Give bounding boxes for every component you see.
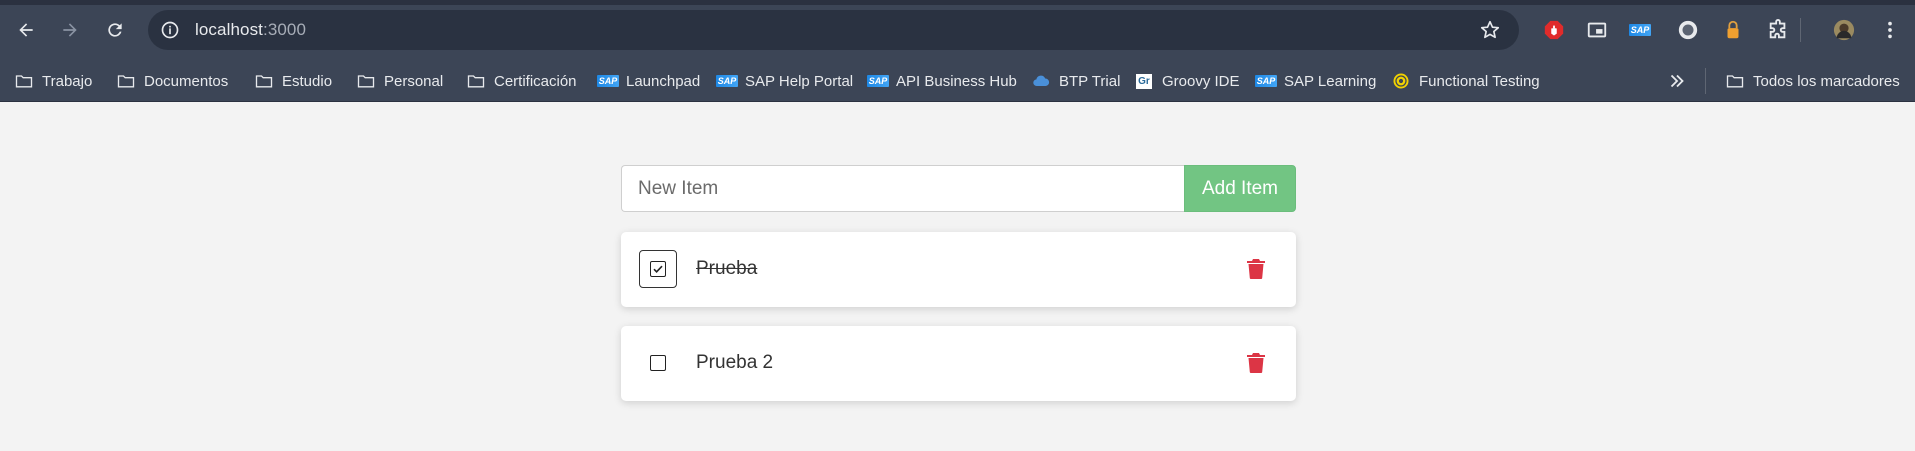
url-text[interactable]: localhost:3000 (195, 20, 306, 40)
bookmark-personal[interactable]: Personal (356, 60, 443, 102)
sap-logo-icon: SAP (596, 71, 620, 91)
folder-icon (254, 71, 274, 91)
bookmark-star-icon[interactable] (1479, 19, 1501, 41)
bookmark-trabajo[interactable]: Trabajo (14, 60, 92, 102)
adblock-icon[interactable] (1540, 16, 1568, 44)
profile-avatar-icon[interactable] (1830, 16, 1858, 44)
sap-badge: SAP (866, 75, 890, 87)
todo-checkbox[interactable] (650, 355, 666, 371)
site-info-icon[interactable] (158, 18, 182, 42)
bookmark-launchpad[interactable]: SAP Launchpad (596, 60, 701, 102)
bookmark-label: Groovy IDE (1162, 72, 1240, 90)
folder-icon (356, 71, 376, 91)
bookmark-label: SAP Learning (1284, 72, 1377, 90)
bookmark-certificacion[interactable]: Certificación (466, 60, 577, 102)
cloud-icon (1031, 71, 1051, 91)
extensions-puzzle-icon[interactable] (1764, 16, 1792, 44)
todo-checkbox[interactable] (650, 261, 666, 277)
bookmark-label: SAP Help Portal (745, 72, 854, 90)
folder-icon (14, 71, 34, 91)
todo-checkbox-wrapper[interactable] (639, 344, 677, 382)
add-item-button[interactable]: Add Item (1184, 165, 1296, 212)
add-item-form: Add Item (621, 165, 1296, 212)
url-host: localhost (195, 20, 263, 39)
reload-button[interactable] (99, 14, 131, 46)
bookmarks-separator (1705, 68, 1706, 94)
new-item-input[interactable] (621, 165, 1184, 212)
bookmark-label: Documentos (144, 72, 229, 90)
bookmark-label: API Business Hub (896, 72, 1017, 90)
trash-icon (1247, 259, 1265, 279)
bookmark-btp-trial[interactable]: BTP Trial (1031, 60, 1120, 102)
sap-badge: SAP (1628, 24, 1652, 36)
picture-in-picture-icon[interactable] (1583, 16, 1611, 44)
tabstrip-edge (0, 0, 1915, 5)
groovy-badge: Gr (1136, 73, 1152, 89)
todo-text: Prueba 2 (696, 352, 774, 373)
sap-logo-icon: SAP (1254, 71, 1278, 91)
sap-logo-icon: SAP (866, 71, 890, 91)
bookmark-sap-learning[interactable]: SAP SAP Learning (1254, 60, 1377, 102)
sap-badge: SAP (596, 75, 620, 87)
bookmark-api-business-hub[interactable]: SAP API Business Hub (866, 60, 1017, 102)
check-icon (653, 265, 663, 273)
bookmark-label: Todos los marcadores (1753, 72, 1900, 90)
bookmark-label: Certificación (494, 72, 577, 90)
groovy-icon: Gr (1134, 71, 1154, 91)
back-arrow-icon (19, 23, 33, 37)
url-port: :3000 (263, 20, 307, 39)
sap-badge: SAP (715, 75, 739, 87)
back-button[interactable] (10, 14, 42, 46)
bookmark-label: Functional Testing (1419, 72, 1540, 90)
sap-logo-icon: SAP (715, 71, 739, 91)
target-icon (1391, 71, 1411, 91)
trash-icon (1247, 353, 1265, 373)
bookmark-documentos[interactable]: Documentos (116, 60, 228, 102)
bookmarks-bar: Trabajo Documentos Estudio Personal Cert… (0, 60, 1915, 102)
todo-item: Prueba 2 (621, 326, 1296, 401)
bookmark-groovy-ide[interactable]: Gr Groovy IDE (1134, 60, 1240, 102)
toolbar-separator (1800, 18, 1801, 42)
bookmark-label: Trabajo (42, 72, 93, 90)
bookmark-estudio[interactable]: Estudio (254, 60, 332, 102)
reload-icon (108, 23, 122, 37)
delete-button[interactable] (1247, 353, 1265, 373)
sap-icon[interactable]: SAP (1626, 16, 1654, 44)
folder-icon (1725, 71, 1745, 91)
menu-kebab-icon[interactable] (1876, 16, 1904, 44)
bookmark-label: Estudio (282, 72, 333, 90)
extension-avatar-icon[interactable] (1674, 16, 1702, 44)
bookmark-todos-los-marcadores[interactable]: Todos los marcadores (1725, 60, 1900, 102)
forward-arrow-icon (63, 23, 77, 37)
chevron-double-right-icon[interactable] (1666, 70, 1688, 92)
bookmark-functional-testing[interactable]: Functional Testing (1391, 60, 1540, 102)
forward-button[interactable] (54, 14, 86, 46)
address-bar[interactable]: localhost:3000 (148, 10, 1519, 50)
todo-text: Prueba (696, 258, 758, 279)
delete-button[interactable] (1247, 259, 1265, 279)
browser-chrome: localhost:3000 SAP Trabajo Documentos Es… (0, 0, 1915, 102)
todo-item: Prueba (621, 232, 1296, 307)
todo-checkbox-wrapper[interactable] (639, 250, 677, 288)
bookmark-label: Personal (384, 72, 444, 90)
bookmark-label: Launchpad (626, 72, 701, 90)
folder-icon (116, 71, 136, 91)
folder-icon (466, 71, 486, 91)
sap-badge: SAP (1254, 75, 1278, 87)
password-lock-icon[interactable] (1719, 16, 1747, 44)
bookmark-sap-help-portal[interactable]: SAP SAP Help Portal (715, 60, 854, 102)
bookmark-label: BTP Trial (1059, 72, 1121, 90)
